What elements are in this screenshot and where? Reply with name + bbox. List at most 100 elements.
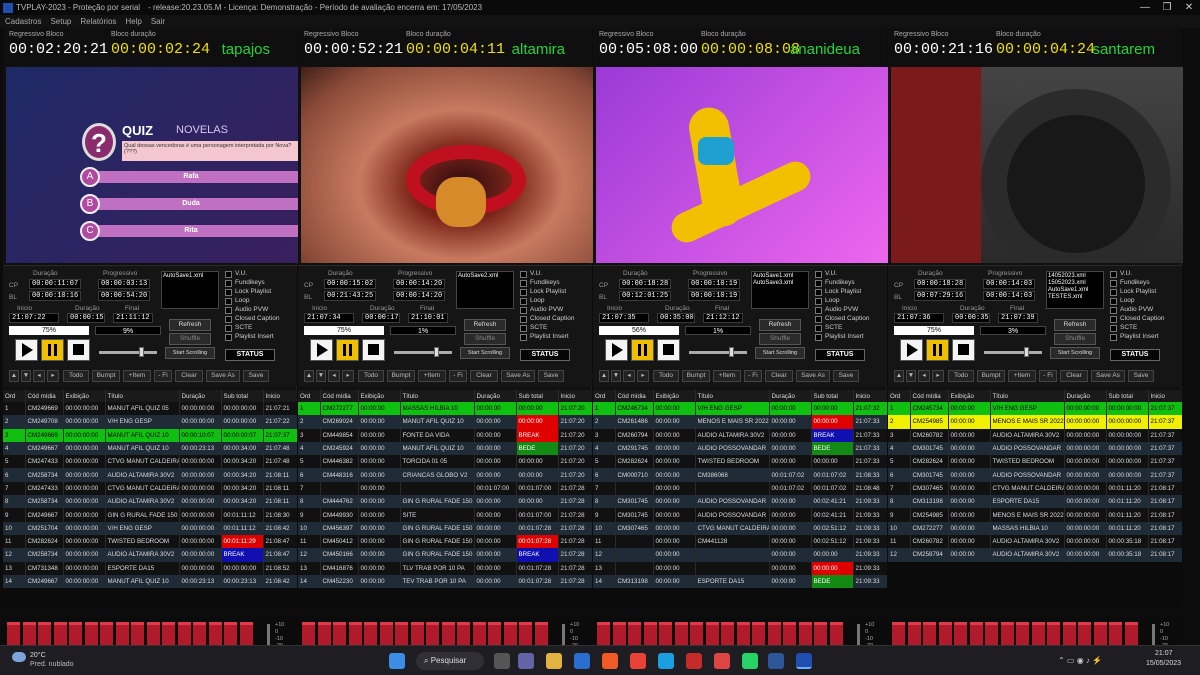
column-header[interactable]: Duração bbox=[1064, 390, 1107, 402]
move-top-icon[interactable]: ◂ bbox=[918, 370, 930, 382]
move-bottom-icon[interactable]: ▸ bbox=[932, 370, 944, 382]
task-view-icon[interactable] bbox=[494, 653, 510, 669]
move-up-icon[interactable]: ▲ bbox=[894, 370, 904, 382]
table-row[interactable]: 13 CM731348 00:00:00:00 ESPORTE DA15 00:00:0… bbox=[3, 561, 297, 575]
table-row[interactable]: 12 CM450166 00:00:00 GIN G RURAL FADE 150 00… bbox=[298, 548, 592, 562]
table-row[interactable]: 6 CM448316 00:00:00 CRIANCAS GLOBO V2 00:00:… bbox=[298, 468, 592, 482]
checkbox-0[interactable] bbox=[520, 271, 527, 278]
column-header[interactable]: Título bbox=[990, 390, 1065, 402]
toolbar-2-button[interactable]: +Item bbox=[418, 370, 446, 382]
table-row[interactable]: 8 CM301745 00:00:00 AUDIO POSSOVANDAR 00:00:… bbox=[593, 495, 887, 509]
table-row[interactable]: 8 CM444762 00:00:00 GIN G RURAL FADE 150 00:… bbox=[298, 495, 592, 509]
table-row[interactable]: 12 00:00:00 00:00:00 00:00:00 21:09:33 bbox=[593, 548, 887, 562]
store-icon[interactable] bbox=[574, 653, 590, 669]
edge-icon[interactable] bbox=[658, 653, 674, 669]
move-up-icon[interactable]: ▲ bbox=[599, 370, 609, 382]
toolbar-1-button[interactable]: Bumpt bbox=[387, 370, 415, 382]
shuffle-button[interactable]: Shuffle bbox=[1054, 333, 1096, 345]
table-row[interactable]: 6 CM258734 00:00:00:00 AUDIO ALTAMIRA 30V2 0… bbox=[3, 468, 297, 482]
move-top-icon[interactable]: ◂ bbox=[328, 370, 340, 382]
stop-button[interactable] bbox=[657, 339, 680, 361]
start-scrolling-button[interactable]: Start Scrolling bbox=[460, 347, 510, 359]
playlist-file-list[interactable]: AutoSave2.xml bbox=[456, 271, 514, 309]
table-row[interactable]: 11 CM450412 00:00:00 GIN G RURAL FADE 150 00… bbox=[298, 534, 592, 549]
column-header[interactable]: Inicio bbox=[1148, 390, 1182, 402]
column-header[interactable]: Cód mídia bbox=[320, 390, 359, 402]
column-header[interactable]: Exibição bbox=[63, 390, 106, 402]
column-header[interactable]: Duração bbox=[474, 390, 517, 402]
start-scrolling-button[interactable]: Start Scrolling bbox=[165, 347, 215, 359]
table-row[interactable]: 2 CM249708 00:00:00:00 V/H ENG GESP 00:00:00… bbox=[3, 415, 297, 429]
table-row[interactable]: 5 CM282624 00:00:00 TWISTED BEDROOM 00:00:00… bbox=[593, 455, 887, 469]
status-button[interactable]: STATUS bbox=[815, 349, 865, 361]
pause-button[interactable] bbox=[631, 339, 654, 361]
playlist-file-name[interactable]: 14052023.xml 15052023.xml AutoSave1.xml … bbox=[1048, 273, 1088, 300]
column-header[interactable]: Exibição bbox=[948, 390, 991, 402]
toolbar-4-button[interactable]: Clear bbox=[175, 370, 203, 382]
pause-button[interactable] bbox=[926, 339, 949, 361]
checkbox-6[interactable] bbox=[1110, 325, 1117, 332]
stop-button[interactable] bbox=[67, 339, 90, 361]
menu-cadastros[interactable]: Cadastros bbox=[5, 17, 41, 26]
filezilla-icon[interactable] bbox=[686, 653, 702, 669]
column-header[interactable]: Inicio bbox=[853, 390, 887, 402]
checkbox-7[interactable] bbox=[1110, 334, 1117, 341]
checkbox-3[interactable] bbox=[520, 298, 527, 305]
refresh-button[interactable]: Refresh bbox=[169, 319, 211, 331]
windows-start-icon[interactable] bbox=[389, 653, 405, 669]
toolbar-0-button[interactable]: Todo bbox=[948, 370, 974, 382]
toolbar-2-button[interactable]: +Item bbox=[1008, 370, 1036, 382]
toolbar-3-button[interactable]: - Fi bbox=[154, 370, 172, 382]
table-row[interactable]: 12 CM258734 00:00:00:00 AUDIO ALTAMIRA 30V2… bbox=[3, 548, 297, 562]
table-row[interactable]: 1 CM246734 00:00:00 V/H ENG GESP 00:00:00 00:… bbox=[593, 402, 887, 416]
menu-sair[interactable]: Sair bbox=[151, 17, 165, 26]
checkbox-2[interactable] bbox=[520, 289, 527, 296]
move-up-icon[interactable]: ▲ bbox=[9, 370, 19, 382]
app-icon-2[interactable] bbox=[714, 653, 730, 669]
toolbar-3-button[interactable]: - Fi bbox=[1039, 370, 1057, 382]
shuffle-button[interactable]: Shuffle bbox=[169, 333, 211, 345]
checkbox-7[interactable] bbox=[815, 334, 822, 341]
volume-slider[interactable] bbox=[99, 351, 157, 354]
toolbar-6-button[interactable]: Save bbox=[538, 370, 564, 382]
toolbar-3-button[interactable]: - Fi bbox=[744, 370, 762, 382]
move-up-icon[interactable]: ▲ bbox=[304, 370, 314, 382]
stop-button[interactable] bbox=[362, 339, 385, 361]
checkbox-5[interactable] bbox=[1110, 316, 1117, 323]
chrome-icon[interactable] bbox=[630, 653, 646, 669]
status-button[interactable]: STATUS bbox=[520, 349, 570, 361]
refresh-button[interactable]: Refresh bbox=[464, 319, 506, 331]
checkbox-7[interactable] bbox=[225, 334, 232, 341]
table-row[interactable]: 9 CM301745 00:00:00 AUDIO POSSOVANDAR 00:00:… bbox=[593, 508, 887, 522]
checkbox-0[interactable] bbox=[815, 271, 822, 278]
menu-relatorios[interactable]: Relatórios bbox=[80, 17, 116, 26]
table-row[interactable]: 1 CM272277 00:00:00 MASSAS HILBIA 10 00:00:0… bbox=[298, 402, 592, 416]
checkbox-3[interactable] bbox=[1110, 298, 1117, 305]
table-row[interactable]: 2 CM269024 00:00:00 MANUT AFIL QUIZ 10 00:00… bbox=[298, 415, 592, 429]
move-bottom-icon[interactable]: ▸ bbox=[637, 370, 649, 382]
checkbox-2[interactable] bbox=[1110, 289, 1117, 296]
table-row[interactable]: 11 CM260782 00:00:00 AUDIO ALTAMIRA 30V2 00:… bbox=[888, 534, 1182, 549]
shuffle-button[interactable]: Shuffle bbox=[759, 333, 801, 345]
play-button[interactable] bbox=[310, 339, 333, 361]
column-header[interactable]: Exibição bbox=[358, 390, 401, 402]
checkbox-3[interactable] bbox=[815, 298, 822, 305]
table-row[interactable]: 8 CM313198 00:00:00 ESPORTE DA15 00:00:00:00… bbox=[888, 495, 1182, 509]
toolbar-1-button[interactable]: Bumpt bbox=[92, 370, 120, 382]
checkbox-1[interactable] bbox=[815, 280, 822, 287]
toolbar-0-button[interactable]: Todo bbox=[653, 370, 679, 382]
column-header[interactable]: Ord bbox=[593, 390, 616, 402]
taskbar-search[interactable]: ⌕ Pesquisar bbox=[416, 652, 484, 670]
checkbox-4[interactable] bbox=[520, 307, 527, 314]
brave-icon[interactable] bbox=[602, 653, 618, 669]
checkbox-4[interactable] bbox=[225, 307, 232, 314]
table-row[interactable]: 14 CM313198 00:00:00 ESPORTE DA15 00:00:00 BE… bbox=[593, 574, 887, 589]
column-header[interactable]: Título bbox=[400, 390, 475, 402]
checkbox-5[interactable] bbox=[225, 316, 232, 323]
checkbox-2[interactable] bbox=[225, 289, 232, 296]
checkbox-6[interactable] bbox=[520, 325, 527, 332]
table-row[interactable]: 5 CM247433 00:00:00:00 CTVG MANUT CALDEIRA 0… bbox=[3, 455, 297, 469]
toolbar-5-button[interactable]: Save As bbox=[501, 370, 535, 382]
column-header[interactable]: Sub total bbox=[221, 390, 264, 402]
table-row[interactable]: 4 CM249667 00:00:00:00 MANUT AFIL QUIZ 10 00… bbox=[3, 441, 297, 456]
